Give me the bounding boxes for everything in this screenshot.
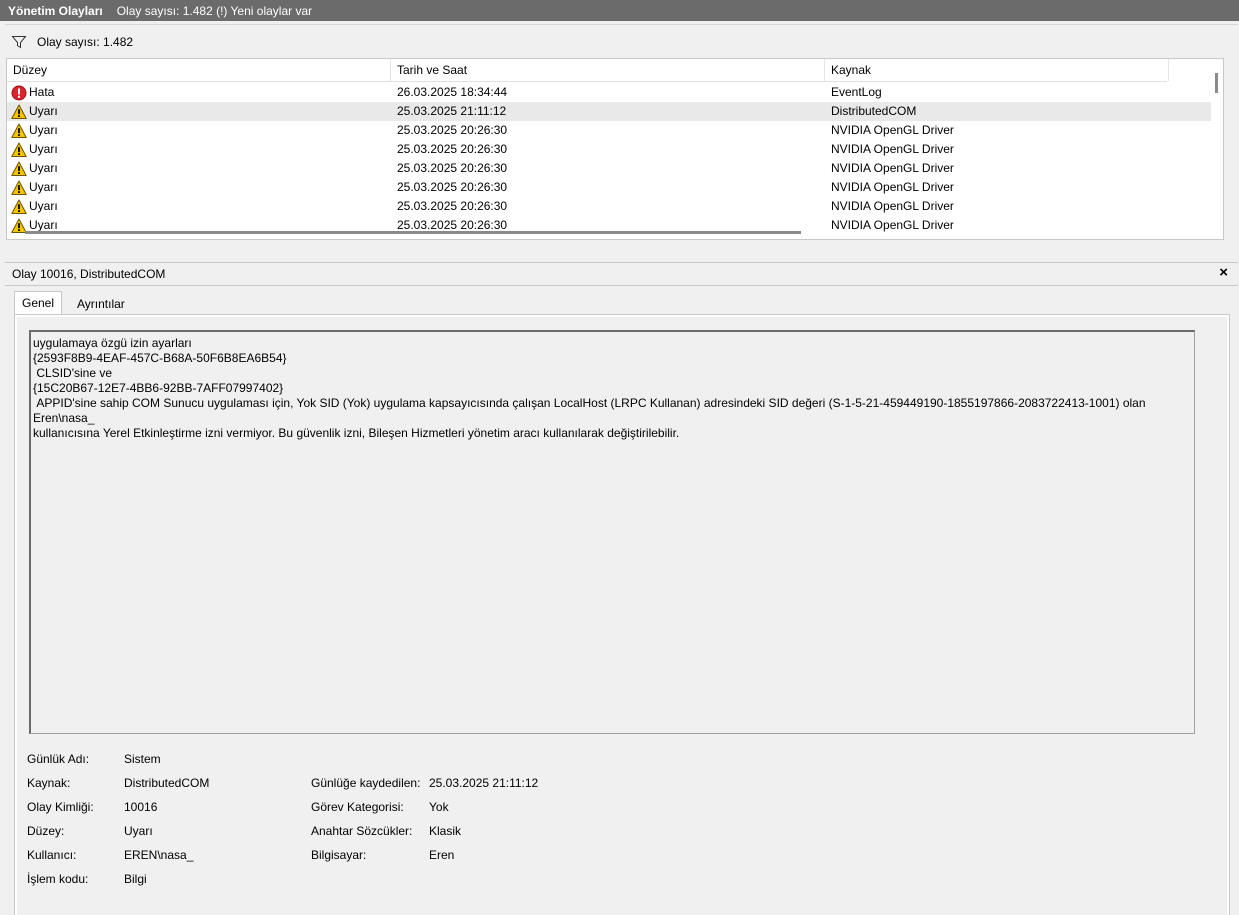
- row-level-text: Hata: [29, 85, 55, 99]
- row-level: Uyarı: [11, 178, 58, 197]
- table-row[interactable]: Uyarı 25.03.2025 20:26:30 NVIDIA OpenGL Dr…: [7, 197, 1223, 216]
- message-line: {15C20B67-12E7-4BB6-92BB-7AFF07997402}: [33, 381, 284, 395]
- row-source: NVIDIA OpenGL Driver: [831, 161, 954, 175]
- message-line: kullanıcısına Yerel Etkinleştirme izni v…: [33, 426, 680, 440]
- warning-icon: [11, 123, 27, 138]
- row-date: 25.03.2025 20:26:30: [397, 142, 508, 156]
- filter-bar: Olay sayısı: 1.482: [5, 24, 1238, 58]
- row-level-text: Uyarı: [29, 123, 58, 137]
- window-subtitle: Olay sayısı: 1.482 (!) Yeni olaylar var: [116, 3, 313, 18]
- table-row[interactable]: Uyarı 25.03.2025 20:26:30 NVIDIA OpenGL Dr…: [7, 178, 1223, 197]
- keywords-label: Anahtar Sözcükler:: [311, 824, 413, 838]
- message-line: uygulamaya özgü izin ayarları: [33, 336, 192, 350]
- row-date: 25.03.2025 20:26:30: [397, 123, 508, 137]
- events-list[interactable]: Düzey Tarih ve Saat Kaynak Hata 26.03.202…: [6, 58, 1224, 240]
- row-source: NVIDIA OpenGL Driver: [831, 123, 954, 137]
- event-detail-title: Olay 10016, DistributedCOM: [12, 267, 166, 281]
- message-line: {2593F8B9-4EAF-457C-B68A-50F6B8EA6B54}: [33, 351, 287, 365]
- row-level: Hata: [11, 83, 54, 102]
- close-icon[interactable]: ×: [1219, 264, 1228, 281]
- row-source: DistributedCOM: [831, 104, 917, 118]
- row-source: NVIDIA OpenGL Driver: [831, 218, 954, 232]
- row-date: 26.03.2025 18:34:44: [397, 85, 508, 99]
- row-level-text: Uyarı: [29, 161, 58, 175]
- row-level: Uyarı: [11, 159, 58, 178]
- log-name-value: Sistem: [124, 752, 161, 766]
- row-source: NVIDIA OpenGL Driver: [831, 142, 954, 156]
- table-row[interactable]: Uyarı 25.03.2025 20:26:30 NVIDIA OpenGL Dr…: [7, 121, 1223, 140]
- logged-value: 25.03.2025 21:11:12: [429, 776, 539, 790]
- user-label: Kullanıcı:: [27, 848, 77, 862]
- error-icon: [11, 85, 27, 100]
- filter-funnel-icon[interactable]: [11, 34, 27, 50]
- row-level-text: Uyarı: [29, 199, 58, 213]
- row-level: Uyarı: [11, 197, 58, 216]
- level-value: Uyarı: [124, 824, 153, 838]
- row-date: 25.03.2025 20:26:30: [397, 199, 508, 213]
- source-value: DistributedCOM: [124, 776, 210, 790]
- source-label: Kaynak:: [27, 776, 71, 790]
- row-source: NVIDIA OpenGL Driver: [831, 199, 954, 213]
- table-row[interactable]: Uyarı 25.03.2025 21:11:12 DistributedCOM: [7, 102, 1223, 121]
- column-header-source[interactable]: Kaynak: [825, 59, 1169, 81]
- message-line: CLSID'sine ve: [33, 366, 112, 380]
- table-row[interactable]: Uyarı 25.03.2025 20:26:30 NVIDIA OpenGL Dr…: [7, 140, 1223, 159]
- task-category-value: Yok: [429, 800, 449, 814]
- row-date: 25.03.2025 20:26:30: [397, 161, 508, 175]
- column-header-level[interactable]: Düzey: [7, 59, 391, 81]
- task-category-label: Görev Kategorisi:: [311, 800, 404, 814]
- row-date: 25.03.2025 20:26:30: [397, 180, 508, 194]
- keywords-value: Klasik: [429, 824, 462, 838]
- opcode-value: Bilgi: [124, 872, 147, 886]
- row-level-text: Uyarı: [29, 180, 58, 194]
- row-source: EventLog: [831, 85, 882, 99]
- event-count-label: Olay sayısı: 1.482: [37, 34, 134, 49]
- computer-label: Bilgisayar:: [311, 848, 367, 862]
- tab-general[interactable]: Genel: [14, 291, 63, 314]
- row-level: Uyarı: [11, 102, 58, 121]
- computer-value: Eren: [429, 848, 455, 862]
- window-titlebar: Yönetim Olayları Olay sayısı: 1.482 (!) …: [0, 0, 1239, 21]
- table-row[interactable]: Uyarı 25.03.2025 20:26:30 NVIDIA OpenGL Dr…: [7, 159, 1223, 178]
- row-level: Uyarı: [11, 121, 58, 140]
- events-list-horizontal-scrollbar[interactable]: [25, 231, 801, 234]
- message-line: APPID'sine sahip COM Sunucu uygulaması i…: [33, 396, 1149, 425]
- warning-icon: [11, 180, 27, 195]
- row-level-text: Uyarı: [29, 104, 58, 118]
- event-detail-header: Olay 10016, DistributedCOM ×: [5, 262, 1238, 286]
- log-name-label: Günlük Adı:: [27, 752, 90, 766]
- events-list-vertical-scrollbar[interactable]: [1211, 59, 1223, 239]
- user-value: EREN\nasa_: [124, 848, 194, 862]
- event-id-value: 10016: [124, 800, 158, 814]
- row-source: NVIDIA OpenGL Driver: [831, 180, 954, 194]
- event-id-label: Olay Kimliği:: [27, 800, 94, 814]
- level-label: Düzey:: [27, 824, 65, 838]
- table-row[interactable]: Hata 26.03.2025 18:34:44 EventLog: [7, 83, 1223, 102]
- tab-details[interactable]: Ayrıntılar: [70, 293, 132, 315]
- column-header-date[interactable]: Tarih ve Saat: [391, 59, 825, 81]
- warning-icon: [11, 199, 27, 214]
- logged-label: Günlüğe kaydedilen:: [311, 776, 421, 790]
- events-list-header: Düzey Tarih ve Saat Kaynak: [7, 59, 1169, 82]
- row-level-text: Uyarı: [29, 142, 58, 156]
- row-level: Uyarı: [11, 140, 58, 159]
- window-title: Yönetim Olayları: [8, 3, 103, 18]
- warning-icon: [11, 104, 27, 119]
- event-message-box[interactable]: uygulamaya özgü izin ayarları {2593F8B9-4…: [29, 330, 1195, 734]
- opcode-label: İşlem kodu:: [27, 872, 89, 886]
- row-date: 25.03.2025 21:11:12: [397, 104, 507, 118]
- warning-icon: [11, 142, 27, 157]
- warning-icon: [11, 161, 27, 176]
